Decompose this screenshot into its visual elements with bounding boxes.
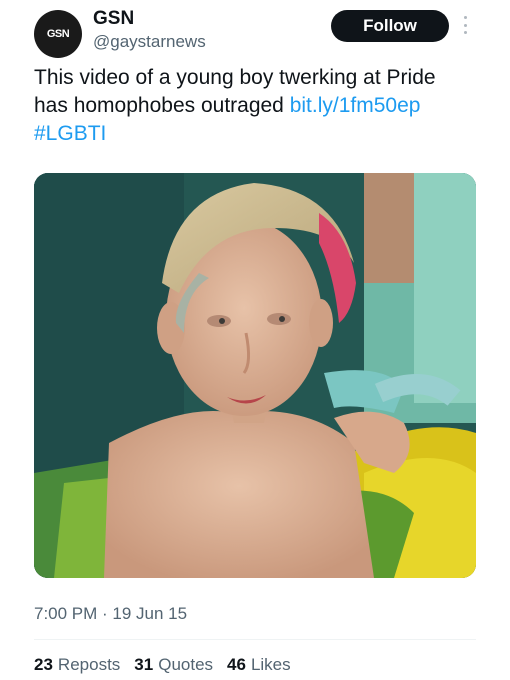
quotes-count: 31 [134,655,154,674]
follow-button[interactable]: Follow [331,10,449,42]
engagement-stats: 23 Reposts 31 Quotes 46 Likes [34,655,291,675]
gsn-logo: GSN [46,28,70,40]
divider [34,639,476,640]
author-handle[interactable]: @gaystarnews [93,32,206,52]
photo-image [34,173,476,578]
likes-label: Likes [250,655,291,674]
tweet-photo[interactable] [34,173,476,578]
more-options-icon[interactable] [458,12,472,38]
timestamp-separator: · [97,604,113,623]
reposts-count: 23 [34,655,53,674]
reposts-label: Reposts [57,655,121,674]
reposts-stat[interactable]: 23 Reposts [34,655,120,675]
tweet-link[interactable]: bit.ly/1fm50ep [290,94,421,117]
timestamp-time: 7:00 PM [34,604,98,623]
tweet-timestamp[interactable]: 7:00 PM · 19 Jun 15 [34,604,187,624]
avatar[interactable]: GSN [34,10,82,58]
author-name[interactable]: GSN [93,8,134,30]
tweet-text: This video of a young boy twerking at Pr… [34,64,474,148]
likes-stat[interactable]: 46 Likes [227,655,291,675]
quotes-label: Quotes [158,655,214,674]
likes-count: 46 [227,655,246,674]
quotes-stat[interactable]: 31 Quotes [134,655,213,675]
hashtag-link[interactable]: #LGBTI [34,122,106,145]
timestamp-date: 19 Jun 15 [112,604,188,623]
tweet-header: GSN GSN @gaystarnews Follow [0,0,510,60]
